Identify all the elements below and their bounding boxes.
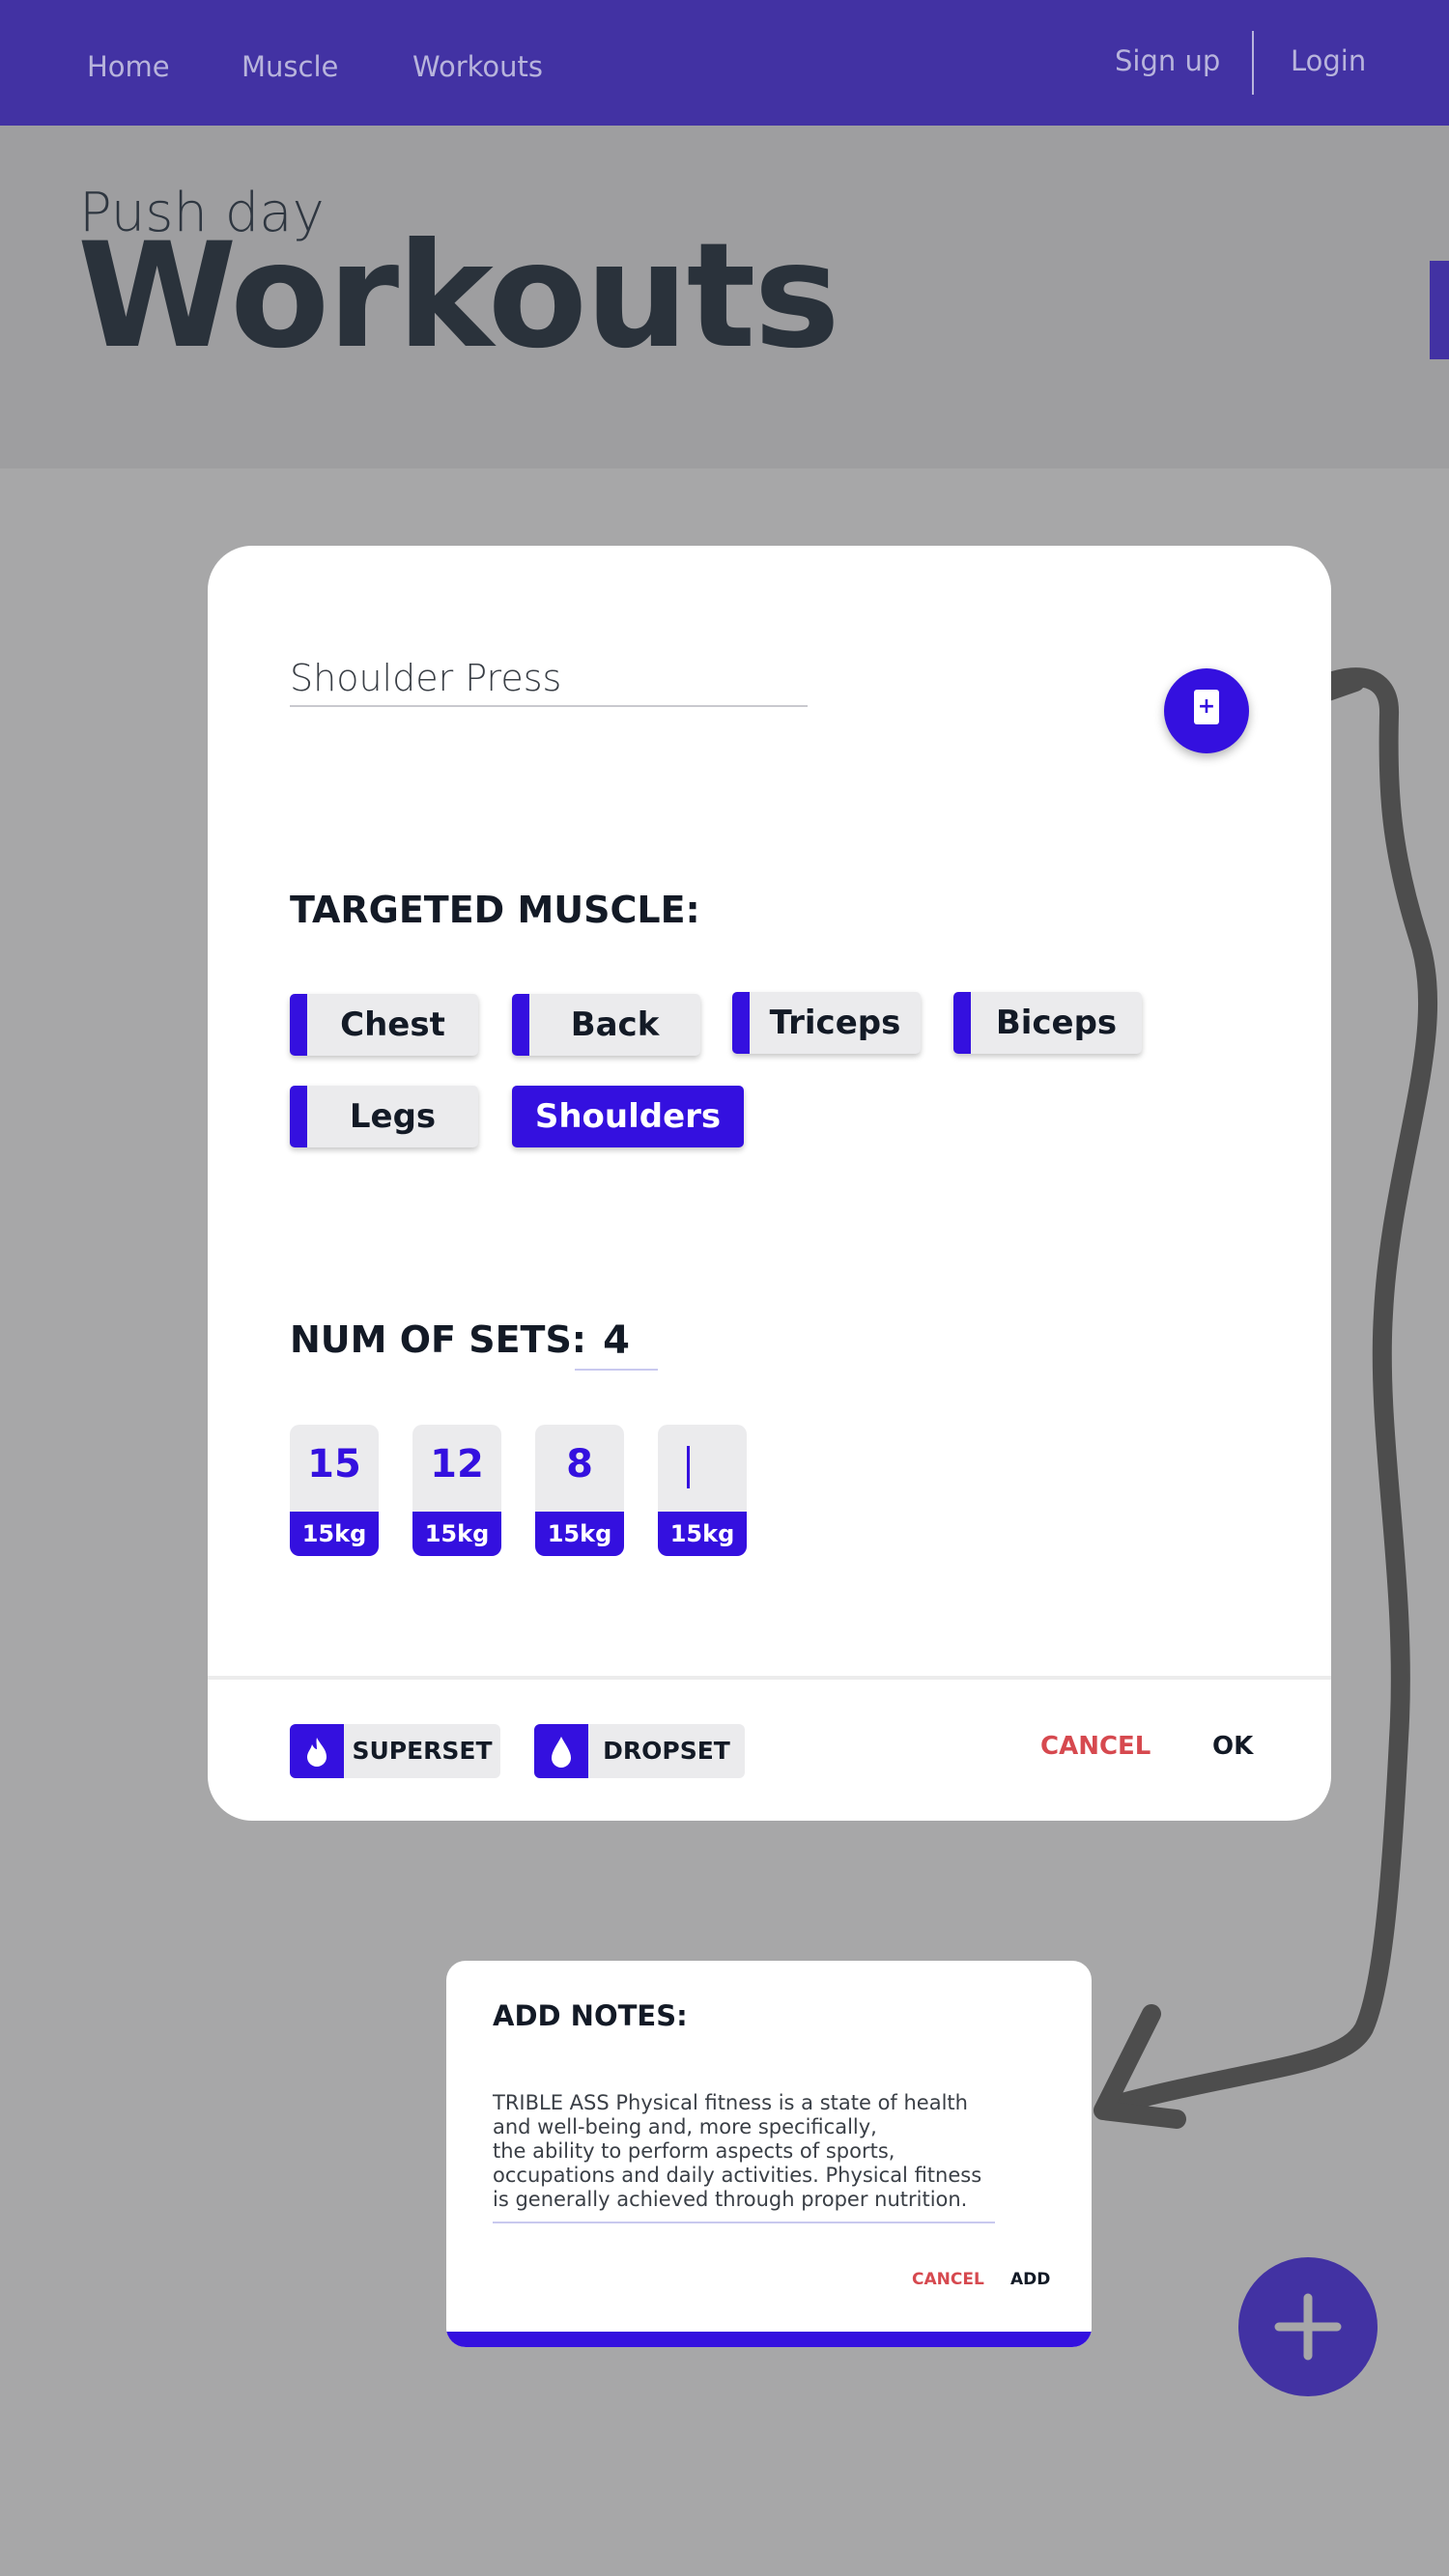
set-weight: 15kg xyxy=(290,1512,379,1556)
add-document-icon: + xyxy=(1194,690,1219,724)
muscle-chip-shoulders[interactable]: Shoulders xyxy=(512,1086,744,1147)
muscle-chip-label: Shoulders xyxy=(534,1097,722,1136)
set-reps: 12 xyxy=(430,1442,484,1486)
dropset-toggle[interactable]: DROPSET xyxy=(534,1724,745,1778)
text-cursor xyxy=(687,1446,690,1488)
targeted-muscle-label: TARGETED MUSCLE: xyxy=(290,889,700,931)
muscle-chip-label: Biceps xyxy=(995,1004,1118,1042)
card-footer-divider xyxy=(208,1676,1331,1680)
add-notes-dialog: ADD NOTES: TRIBLE ASS Physical fitness i… xyxy=(446,1961,1092,2347)
muscle-chip-label: Back xyxy=(570,1005,660,1044)
droplet-icon xyxy=(534,1724,588,1778)
superset-toggle[interactable]: SUPERSET xyxy=(290,1724,500,1778)
num-sets-input[interactable]: 4 xyxy=(575,1318,658,1371)
chip-accent-bar xyxy=(290,994,307,1056)
notes-textarea[interactable]: TRIBLE ASS Physical fitness is a state o… xyxy=(493,2091,995,2223)
notes-accent-bar xyxy=(446,2332,1092,2347)
chip-accent-bar xyxy=(512,994,529,1056)
set-reps: 8 xyxy=(566,1442,593,1486)
muscle-chip-chest[interactable]: Chest xyxy=(290,994,478,1056)
chip-accent-bar xyxy=(732,992,750,1054)
add-notes-title: ADD NOTES: xyxy=(493,1999,688,2032)
fab-add-button[interactable] xyxy=(1238,2257,1378,2396)
muscle-chip-label: Chest xyxy=(340,1005,445,1044)
plus-icon xyxy=(1274,2293,1342,2361)
muscle-chip-legs[interactable]: Legs xyxy=(290,1086,478,1147)
exercise-card: Shoulder Press + TARGETED MUSCLE: Chest … xyxy=(208,546,1331,1821)
set-weight: 15kg xyxy=(658,1512,747,1556)
muscle-chip-biceps[interactable]: Biceps xyxy=(953,992,1142,1054)
superset-label: SUPERSET xyxy=(352,1737,493,1765)
muscle-chip-back[interactable]: Back xyxy=(512,994,700,1056)
notes-add-button[interactable]: ADD xyxy=(1010,2270,1050,2289)
chip-accent-bar xyxy=(953,992,971,1054)
muscle-chip-label: Legs xyxy=(349,1097,437,1136)
set-weight: 15kg xyxy=(412,1512,501,1556)
set-box[interactable]: 12 15kg xyxy=(412,1425,501,1556)
dropset-label: DROPSET xyxy=(603,1737,730,1765)
set-box-active[interactable]: 15kg xyxy=(658,1425,747,1556)
chip-accent-bar xyxy=(290,1086,307,1147)
ok-button[interactable]: OK xyxy=(1212,1732,1253,1761)
set-box[interactable]: 15 15kg xyxy=(290,1425,379,1556)
set-weight: 15kg xyxy=(535,1512,624,1556)
muscle-chip-triceps[interactable]: Triceps xyxy=(732,992,921,1054)
exercise-name-input[interactable]: Shoulder Press xyxy=(290,657,808,707)
num-sets-label: NUM OF SETS: xyxy=(290,1318,587,1361)
add-exercise-button[interactable]: + xyxy=(1164,668,1249,753)
notes-cancel-button[interactable]: CANCEL xyxy=(912,2270,984,2289)
flame-icon xyxy=(290,1724,344,1778)
muscle-chip-label: Triceps xyxy=(769,1004,901,1042)
cancel-button[interactable]: CANCEL xyxy=(1040,1732,1151,1761)
set-reps: 15 xyxy=(307,1442,361,1486)
set-box[interactable]: 8 15kg xyxy=(535,1425,624,1556)
